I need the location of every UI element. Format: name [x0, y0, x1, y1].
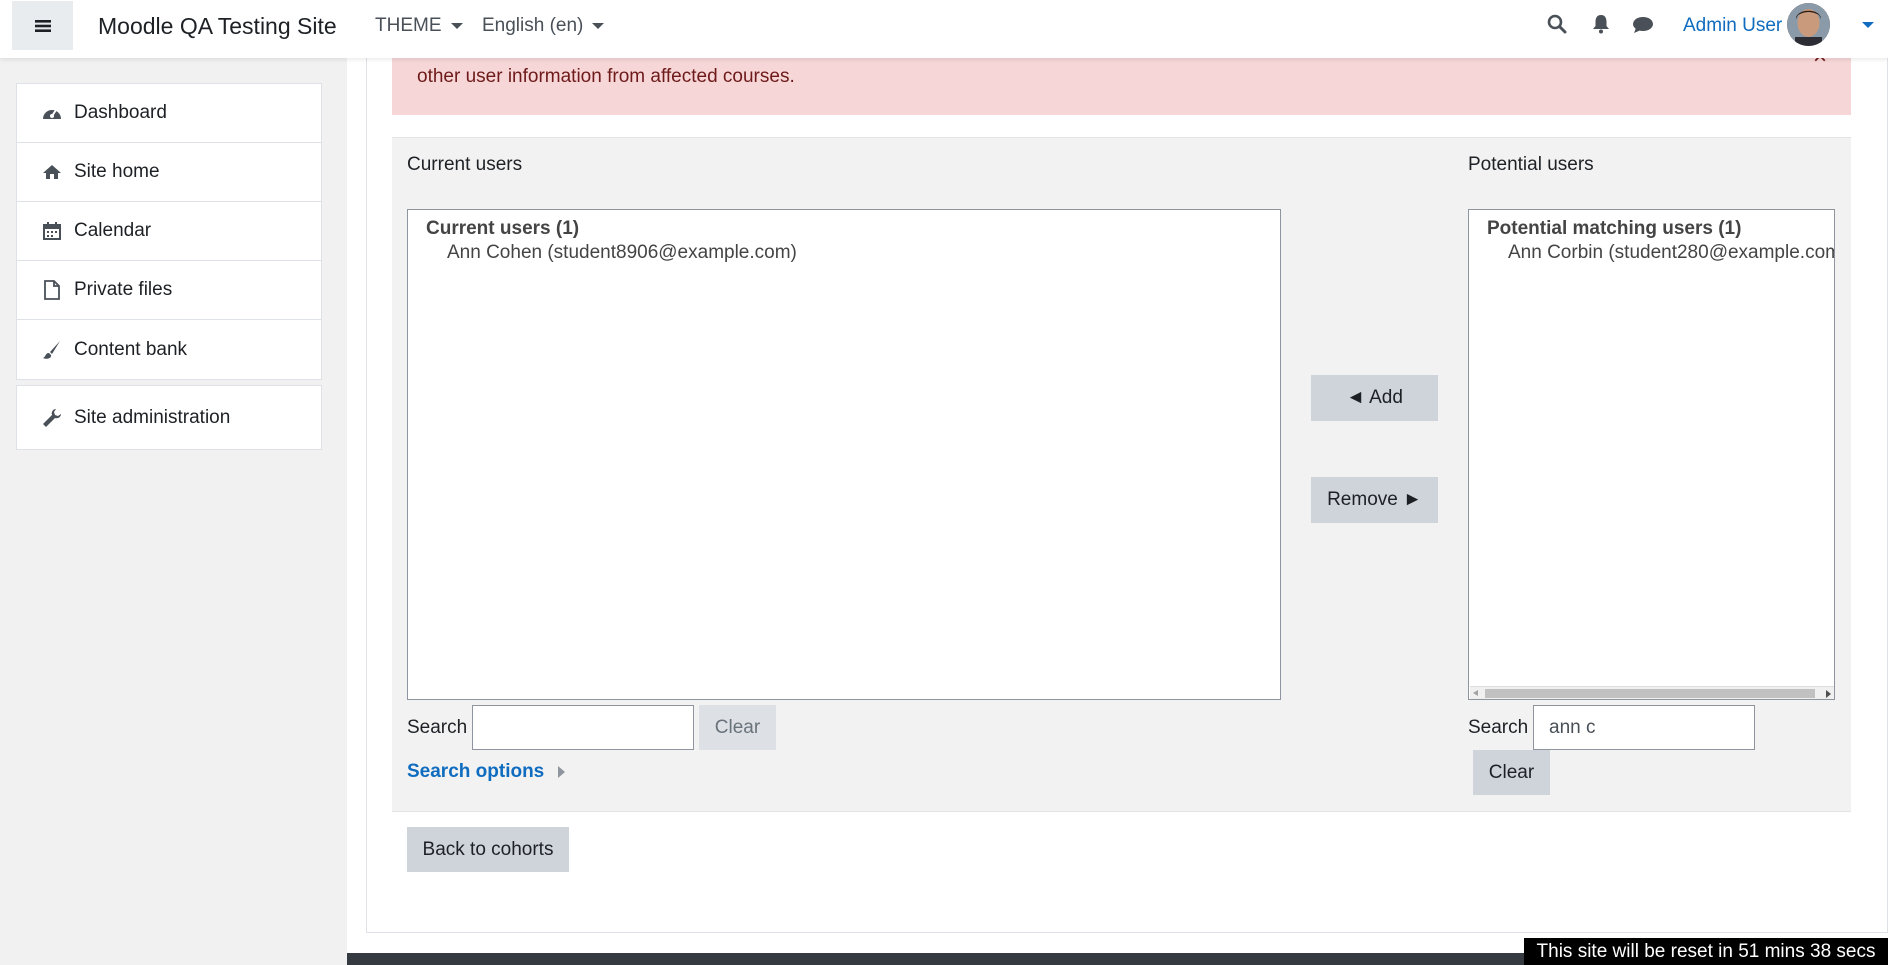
- file-icon: [42, 280, 62, 300]
- current-users-select[interactable]: Current users (1) Ann Cohen (student8906…: [407, 209, 1281, 700]
- search-options-label: Search options: [407, 761, 545, 782]
- calendar-icon: [42, 222, 62, 240]
- nav-item-site-home[interactable]: Site home: [17, 143, 321, 202]
- language-menu-label: English (en): [482, 15, 584, 36]
- site-name-link[interactable]: Moodle QA Testing Site: [98, 13, 337, 40]
- nav-item-label: Dashboard: [74, 102, 167, 123]
- nav-item-label: Private files: [74, 279, 173, 300]
- potential-users-clear-button[interactable]: Clear: [1473, 750, 1550, 795]
- drawer-toggle-button[interactable]: [12, 1, 73, 50]
- nav-item-dashboard[interactable]: Dashboard: [17, 84, 321, 143]
- potential-users-heading: Potential users: [1468, 154, 1594, 175]
- back-to-cohorts-button[interactable]: Back to cohorts: [407, 827, 569, 872]
- nav-item-label: Site home: [74, 161, 160, 182]
- current-users-heading: Current users: [407, 154, 523, 175]
- current-users-clear-button[interactable]: Clear: [699, 705, 776, 750]
- remove-button[interactable]: Remove ►: [1311, 477, 1438, 523]
- bell-icon[interactable]: [1592, 14, 1610, 40]
- caret-right-icon: [558, 766, 566, 778]
- tachometer-icon: [42, 105, 62, 121]
- paint-brush-icon: [42, 340, 62, 360]
- nav-item-calendar[interactable]: Calendar: [17, 202, 321, 261]
- chevron-down-icon: [450, 23, 463, 29]
- scroll-left-icon[interactable]: [1473, 690, 1478, 696]
- chevron-down-icon: [592, 23, 605, 29]
- main-nav-list: Dashboard Site home Calendar Private fil…: [16, 83, 322, 380]
- theme-menu[interactable]: THEME: [375, 15, 463, 37]
- language-menu[interactable]: English (en): [482, 15, 605, 37]
- scroll-right-icon[interactable]: [1826, 690, 1831, 698]
- nav-item-private-files[interactable]: Private files: [17, 261, 321, 320]
- nav-item-site-administration[interactable]: Site administration: [17, 386, 321, 449]
- add-button[interactable]: ◄ Add: [1311, 375, 1438, 421]
- user-menu-name[interactable]: Admin User: [1683, 15, 1782, 37]
- site-reset-notice: This site will be reset in 51 mins 38 se…: [1524, 938, 1888, 965]
- search-icon[interactable]: [1547, 14, 1567, 40]
- potential-users-select[interactable]: Potential matching users (1) Ann Corbin …: [1468, 209, 1835, 700]
- horizontal-scrollbar[interactable]: [1470, 686, 1834, 699]
- current-user-option[interactable]: Ann Cohen (student8906@example.com): [447, 242, 797, 264]
- nav-item-content-bank[interactable]: Content bank: [17, 320, 321, 379]
- scrollbar-thumb[interactable]: [1485, 689, 1815, 698]
- chevron-down-icon[interactable]: [1862, 22, 1874, 28]
- top-navbar: Moodle QA Testing Site THEME English (en…: [0, 0, 1888, 58]
- current-search-label: Search: [407, 717, 468, 738]
- nav-item-label: Calendar: [74, 220, 152, 241]
- admin-nav-list: Site administration: [16, 385, 322, 450]
- comment-icon[interactable]: [1632, 16, 1654, 40]
- potential-users-search-input[interactable]: ann c: [1533, 705, 1755, 750]
- home-icon: [42, 164, 62, 180]
- nav-drawer: Dashboard Site home Calendar Private fil…: [0, 58, 347, 965]
- bars-icon: [34, 13, 51, 39]
- avatar[interactable]: [1787, 3, 1830, 46]
- potential-users-group-label: Potential matching users (1): [1487, 218, 1742, 239]
- current-users-search-input[interactable]: [472, 705, 694, 750]
- nav-item-label: Content bank: [74, 338, 188, 360]
- search-options-toggle[interactable]: Search options: [407, 761, 566, 783]
- nav-item-label: Site administration: [74, 406, 231, 428]
- potential-search-label: Search: [1468, 717, 1529, 738]
- current-users-group-label: Current users (1): [426, 218, 580, 239]
- wrench-icon: [42, 408, 62, 428]
- potential-user-option[interactable]: Ann Corbin (student280@example.com): [1508, 242, 1834, 264]
- theme-menu-label: THEME: [375, 15, 442, 36]
